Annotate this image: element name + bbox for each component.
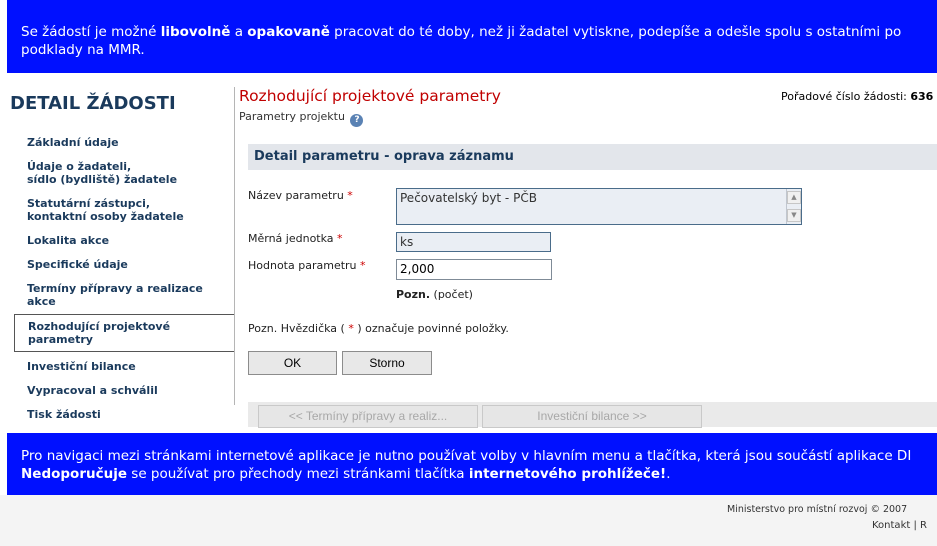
textarea-scrollbar[interactable]: ▲ ▼ — [786, 189, 801, 224]
value-input[interactable]: 2,000 — [396, 259, 552, 280]
required-mark: * — [337, 232, 343, 245]
sidebar-item-terminy-pripravy[interactable]: Termíny přípravy a realizace akce — [14, 282, 234, 308]
label-text: Hodnota parametru — [248, 259, 357, 272]
sidebar-item-label: Rozhodující projektové parametry — [28, 320, 171, 346]
pager-bar: << Termíny přípravy a realiz... Investič… — [248, 402, 937, 428]
required-fields-note: Pozn. Hvězdička ( * ) označuje povinné p… — [248, 322, 509, 335]
note-text: ) označuje povinné položky. — [353, 322, 509, 335]
scroll-down-icon[interactable]: ▼ — [787, 209, 801, 222]
banner-text: . — [666, 466, 671, 482]
sidebar-item-label: sídlo (bydliště) žadatele — [27, 173, 178, 186]
sidebar-item-lokalita-akce[interactable]: Lokalita akce — [14, 234, 234, 247]
help-icon[interactable]: ? — [350, 114, 364, 127]
sidebar-item-label: Tisk žádosti — [27, 408, 101, 421]
order-number-label: Pořadové číslo žádosti: — [781, 90, 911, 103]
sidebar-item-vypracoval-a-schvalil[interactable]: Vypracoval a schválil — [14, 384, 234, 397]
sidebar-item-label: Vypracoval a schválil — [27, 384, 158, 397]
banner-bold: opakovaně — [247, 24, 330, 40]
note-text: Pozn. Hvězdička ( — [248, 322, 349, 335]
unit-note: Pozn. (počet) — [396, 288, 473, 301]
info-banner-top: Se žádostí je možné libovolně a opakovan… — [7, 0, 937, 73]
sidebar-item-label: Specifické údaje — [27, 258, 128, 271]
ok-button[interactable]: OK — [248, 351, 337, 375]
sidebar-item-investicni-bilance[interactable]: Investiční bilance — [14, 360, 234, 373]
sidebar-item-tisk-zadosti[interactable]: Tisk žádosti — [14, 408, 234, 421]
sidebar-item-label: Investiční bilance — [27, 360, 136, 373]
order-number: Pořadové číslo žádosti: 636 — [781, 90, 933, 103]
sidebar-nav: Základní údaje Údaje o žadateli, sídlo (… — [14, 130, 234, 421]
parameter-name-value: Pečovatelský byt - PČB — [400, 191, 537, 205]
scroll-up-icon[interactable]: ▲ — [787, 191, 801, 204]
footer — [0, 495, 937, 546]
storno-button[interactable]: Storno — [342, 351, 432, 375]
sidebar-item-udaje-o-zadateli[interactable]: Údaje o žadateli, sídlo (bydliště) žadat… — [14, 160, 234, 186]
subtitle-text: Parametry projektu — [239, 110, 345, 123]
sidebar-item-label: Základní údaje — [27, 136, 119, 149]
label-text: Název parametru — [248, 189, 344, 202]
name-field-label: Název parametru * — [248, 189, 353, 202]
banner-bold: Nedoporučuje — [21, 466, 127, 482]
sidebar-item-zakladni-udaje[interactable]: Základní údaje — [14, 136, 234, 149]
section-header: Detail parametru - oprava záznamu — [248, 144, 937, 170]
banner-bold: internetového prohlížeče! — [468, 466, 667, 482]
banner-text: Pro navigaci mezi stránkami internetové … — [21, 448, 912, 464]
sidebar-item-label: Termíny přípravy a realizace akce — [27, 282, 203, 308]
order-number-value: 636 — [910, 90, 934, 103]
banner-text-line2: podklady na MMR. — [21, 42, 145, 58]
sidebar-item-label: Statutární zástupci, — [27, 197, 151, 210]
footer-link-r[interactable]: R — [920, 520, 927, 531]
sidebar-divider — [234, 87, 235, 405]
unit-field-label: Měrná jednotka * — [248, 232, 343, 245]
sidebar-item-label: Lokalita akce — [27, 234, 110, 247]
sidebar-item-statutarni-zastupci[interactable]: Statutární zástupci, kontaktní osoby žad… — [14, 197, 234, 223]
kontakt-link[interactable]: Kontakt — [872, 520, 910, 531]
copyright: Ministerstvo pro místní rozvoj © 2007 — [727, 504, 908, 515]
info-banner-bottom: Pro navigaci mezi stránkami internetové … — [7, 433, 937, 495]
sidebar-item-rozhodujici-parametry[interactable]: Rozhodující projektové parametry — [14, 314, 234, 352]
banner-text: a — [230, 24, 248, 40]
note-bold: Pozn. — [396, 288, 431, 301]
page-subtitle: Parametry projektu ? — [239, 110, 364, 127]
prev-page-button[interactable]: << Termíny přípravy a realiz... — [258, 405, 478, 428]
footer-separator: | — [910, 520, 921, 531]
banner-text: pracovat do té doby, než ji žadatel vyti… — [329, 24, 902, 40]
footer-links: Kontakt | R — [872, 520, 927, 531]
label-text: Měrná jednotka — [248, 232, 334, 245]
parameter-name-textarea[interactable]: Pečovatelský byt - PČB ▲ ▼ — [396, 188, 802, 225]
value-field-label: Hodnota parametru * — [248, 259, 366, 272]
required-mark: * — [347, 189, 353, 202]
sidebar-item-label: kontaktní osoby žadatele — [27, 210, 184, 223]
banner-text: se používat pro přechody mezi stránkami … — [127, 466, 469, 482]
banner-bold: libovolně — [160, 24, 231, 40]
page-title: Rozhodující projektové parametry — [239, 87, 501, 105]
sidebar-item-specificke-udaje[interactable]: Specifické údaje — [14, 258, 234, 271]
required-mark: * — [360, 259, 366, 272]
next-page-button[interactable]: Investiční bilance >> — [482, 405, 702, 428]
sidebar-title: DETAIL ŽÁDOSTI — [10, 93, 176, 114]
note-text: (počet) — [430, 288, 473, 301]
banner-text: Se žádostí je možné — [21, 24, 161, 40]
unit-input[interactable]: ks — [396, 232, 551, 252]
sidebar-item-label: Údaje o žadateli, — [27, 160, 132, 173]
